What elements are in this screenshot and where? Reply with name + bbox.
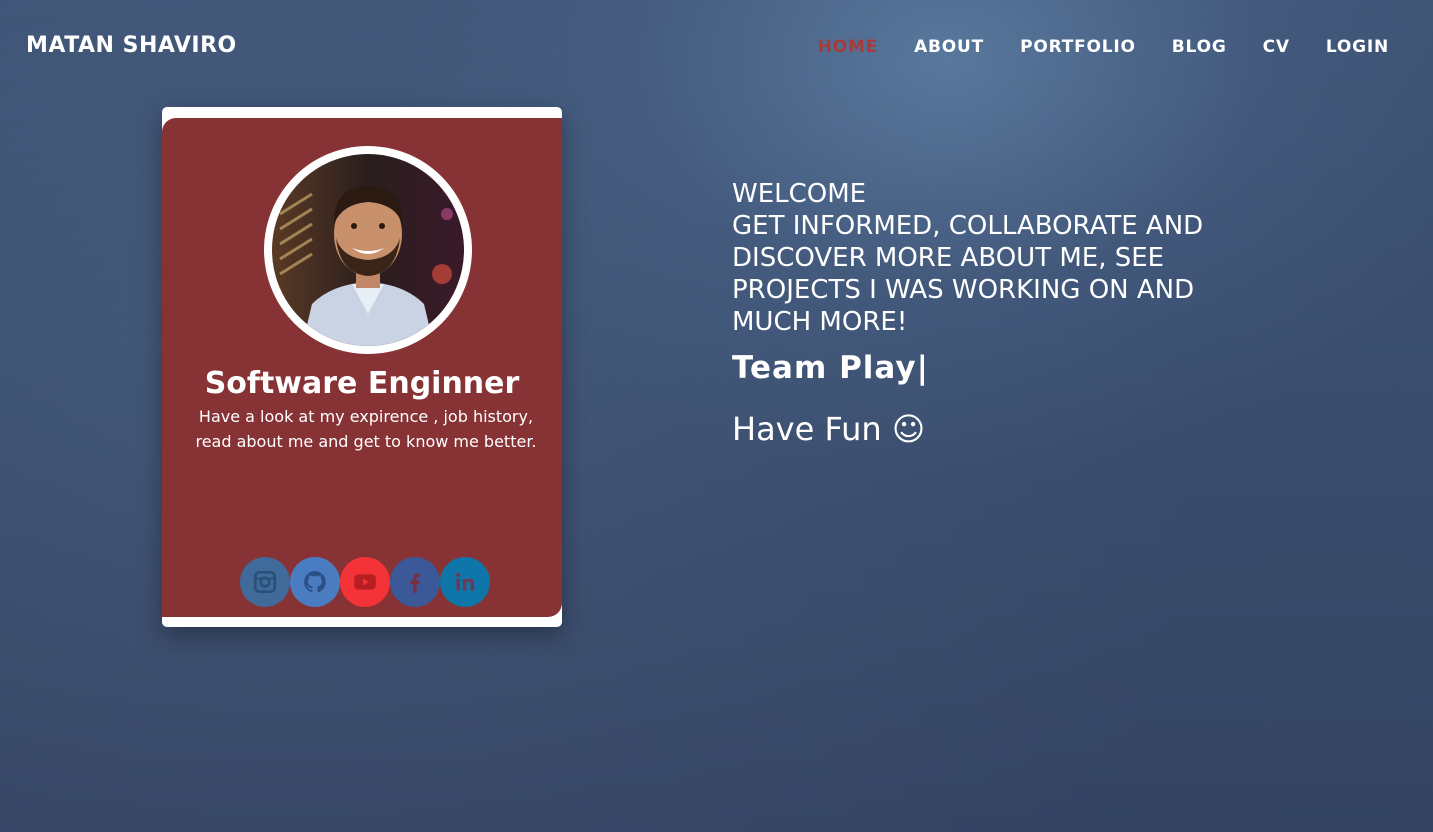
github-button[interactable]: [290, 557, 340, 607]
github-icon: [304, 571, 326, 593]
main-nav: HOME ABOUT PORTFOLIO BLOG CV LOGIN: [818, 37, 1389, 57]
linkedin-button[interactable]: [440, 557, 490, 607]
avatar: [264, 146, 472, 354]
profile-card: Software Enginner Have a look at my expi…: [162, 107, 562, 627]
welcome-subheading: GET INFORMED, COLLABORATE AND DISCOVER M…: [732, 211, 1204, 337]
youtube-button[interactable]: [340, 557, 390, 607]
linkedin-icon: [456, 572, 475, 591]
card-title: Software Enginner: [204, 366, 520, 401]
nav-login[interactable]: LOGIN: [1326, 37, 1389, 57]
instagram-icon: [253, 570, 277, 594]
youtube-icon: [354, 574, 376, 590]
facebook-button[interactable]: [390, 557, 440, 607]
instagram-button[interactable]: [240, 557, 290, 607]
nav-home[interactable]: HOME: [818, 37, 878, 57]
welcome-heading: WELCOME: [732, 179, 867, 209]
nav-cv[interactable]: CV: [1263, 37, 1290, 57]
nav-portfolio[interactable]: PORTFOLIO: [1020, 37, 1136, 57]
welcome-text: WELCOME GET INFORMED, COLLABORATE AND DI…: [732, 178, 1272, 338]
profile-card-body: Software Enginner Have a look at my expi…: [162, 118, 562, 617]
profile-photo: [272, 154, 464, 346]
social-links: [240, 557, 490, 607]
typed-text: Team Play|: [732, 350, 929, 386]
site-logo[interactable]: MATAN SHAVIRO: [26, 33, 237, 58]
fun-text: Have Fun ☺: [732, 410, 926, 448]
nav-about[interactable]: ABOUT: [914, 37, 984, 57]
facebook-icon: [410, 573, 421, 593]
card-description: Have a look at my expirence , job histor…: [195, 407, 537, 451]
nav-blog[interactable]: BLOG: [1172, 37, 1227, 57]
